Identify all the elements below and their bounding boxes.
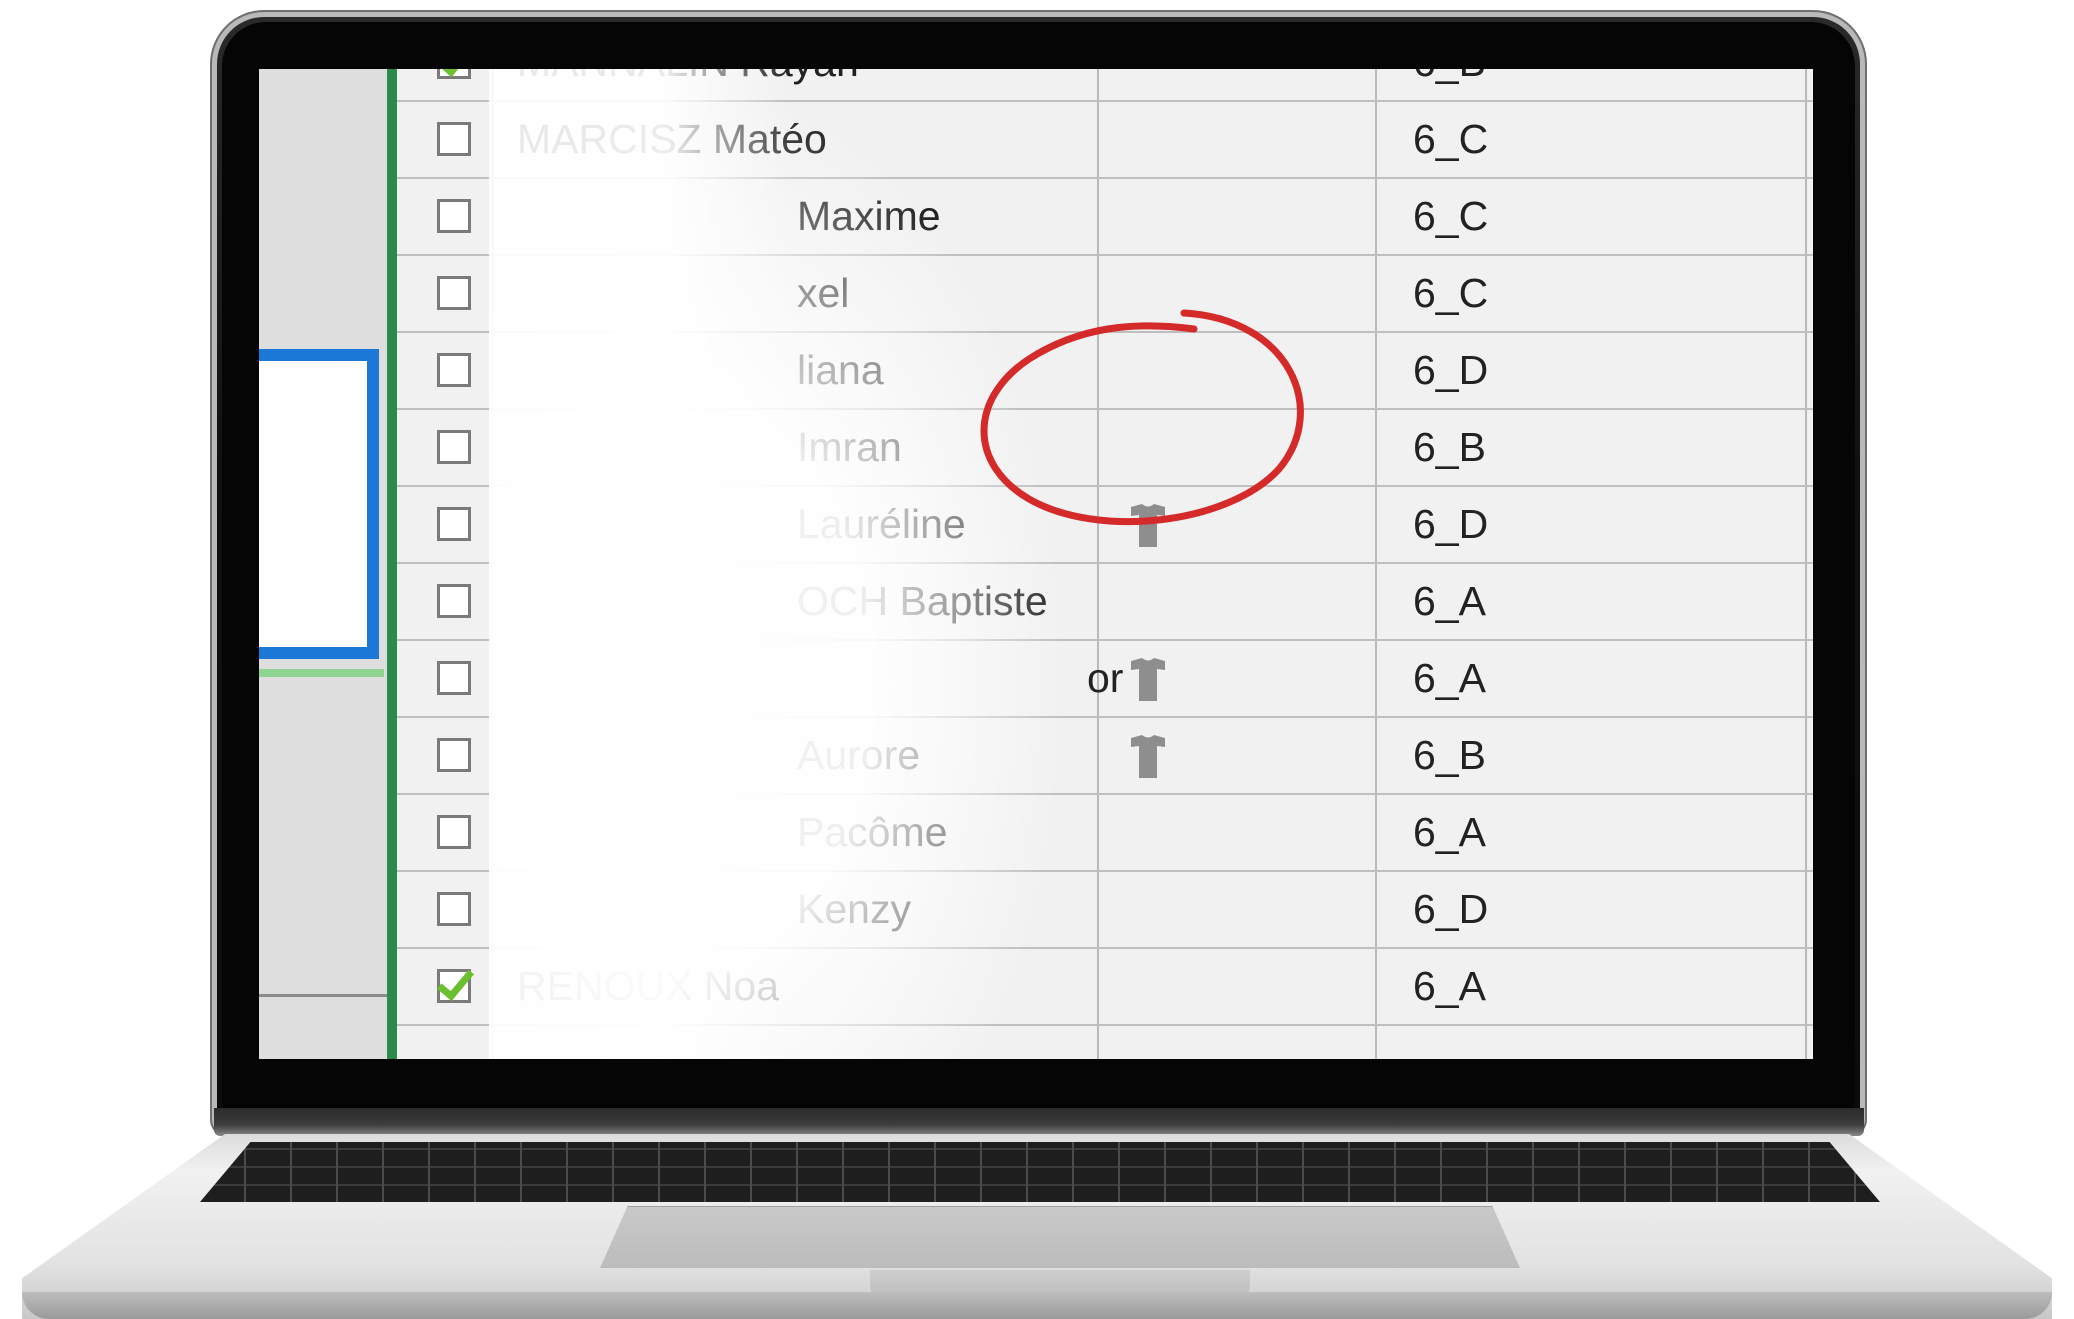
student-name: MANNALIN Rayan (517, 69, 859, 86)
table-row[interactable]: Imran 6_B (397, 410, 1813, 487)
row-checkbox[interactable] (437, 122, 471, 156)
table-row[interactable]: Maxime 6_C (397, 179, 1813, 256)
table-row[interactable]: liana 6_D (397, 333, 1813, 410)
student-class: 6_B (1413, 732, 1486, 778)
student-class: 6_D (1413, 886, 1489, 932)
student-name: xel (797, 270, 850, 316)
student-name: Maxime (797, 193, 941, 239)
table-row[interactable]: xel 6_C (397, 256, 1813, 333)
laptop-base-lip (22, 1292, 2052, 1319)
student-name: RENOUX Noa (517, 963, 780, 1009)
student-class: 6_C (1413, 193, 1489, 239)
pane-divider (259, 994, 387, 997)
student-class: 6_D (1413, 347, 1489, 393)
row-checkbox[interactable] (437, 969, 471, 1003)
student-class: 6_A (1413, 963, 1486, 1009)
student-class: 6_C (1413, 270, 1489, 316)
panel-highlight (259, 669, 384, 677)
student-name: or (1087, 655, 1124, 701)
student-name: OCH Baptiste (797, 578, 1048, 624)
table-row[interactable]: or 6_A (397, 641, 1813, 718)
student-name: Imran (797, 424, 902, 470)
row-checkbox[interactable] (437, 738, 471, 772)
table-row[interactable]: RENOUX Noa 6_A (397, 949, 1813, 1026)
student-class: 6_B (1413, 69, 1486, 86)
laptop-keyboard (200, 1142, 1880, 1202)
row-checkbox[interactable] (437, 892, 471, 926)
table-row[interactable]: MARCISZ Matéo 6_C (397, 102, 1813, 179)
row-checkbox[interactable] (437, 815, 471, 849)
student-class: 6_A (1413, 578, 1486, 624)
student-name: MARCISZ Matéo (517, 116, 827, 162)
row-checkbox[interactable] (437, 507, 471, 541)
student-class: 6_B (1413, 424, 1486, 470)
left-pane (259, 69, 387, 1059)
laptop-hinge (214, 1108, 1864, 1136)
student-name: Lauréline (797, 501, 966, 547)
student-name: Aurore (797, 732, 921, 778)
row-checkbox[interactable] (437, 69, 471, 79)
row-checkbox[interactable] (437, 276, 471, 310)
student-list-grid: MANNALIN Rayan 6_B MARCISZ Matéo 6_C Maxime 6… (397, 69, 1813, 1059)
laptop-trackpad (600, 1206, 1520, 1268)
selection-bar (387, 69, 397, 1059)
student-name: liana (797, 347, 884, 393)
laptop-screen: MANNALIN Rayan 6_B MARCISZ Matéo 6_C Maxime 6… (259, 69, 1813, 1059)
row-checkbox[interactable] (437, 199, 471, 233)
table-row[interactable]: Kenzy 6_D (397, 872, 1813, 949)
table-row[interactable]: OCH Baptiste 6_A (397, 564, 1813, 641)
table-row[interactable]: Pacôme 6_A (397, 795, 1813, 872)
table-row[interactable]: Aurore 6_B (397, 718, 1813, 795)
table-row[interactable]: MANNALIN Rayan 6_B (397, 69, 1813, 102)
row-checkbox[interactable] (437, 661, 471, 695)
student-name: Kenzy (797, 886, 911, 932)
tshirt-icon[interactable] (1127, 503, 1169, 549)
selected-panel[interactable] (259, 349, 379, 659)
row-checkbox[interactable] (437, 584, 471, 618)
student-class: 6_A (1413, 809, 1486, 855)
student-class: 6_C (1413, 116, 1489, 162)
student-class: 6_A (1413, 655, 1486, 701)
row-checkbox[interactable] (437, 430, 471, 464)
student-class: 6_D (1413, 501, 1489, 547)
table-row[interactable]: Lauréline 6_D (397, 487, 1813, 564)
row-checkbox[interactable] (437, 353, 471, 387)
student-name: Pacôme (797, 809, 948, 855)
tshirt-icon[interactable] (1127, 657, 1169, 703)
tshirt-icon[interactable] (1127, 734, 1169, 780)
